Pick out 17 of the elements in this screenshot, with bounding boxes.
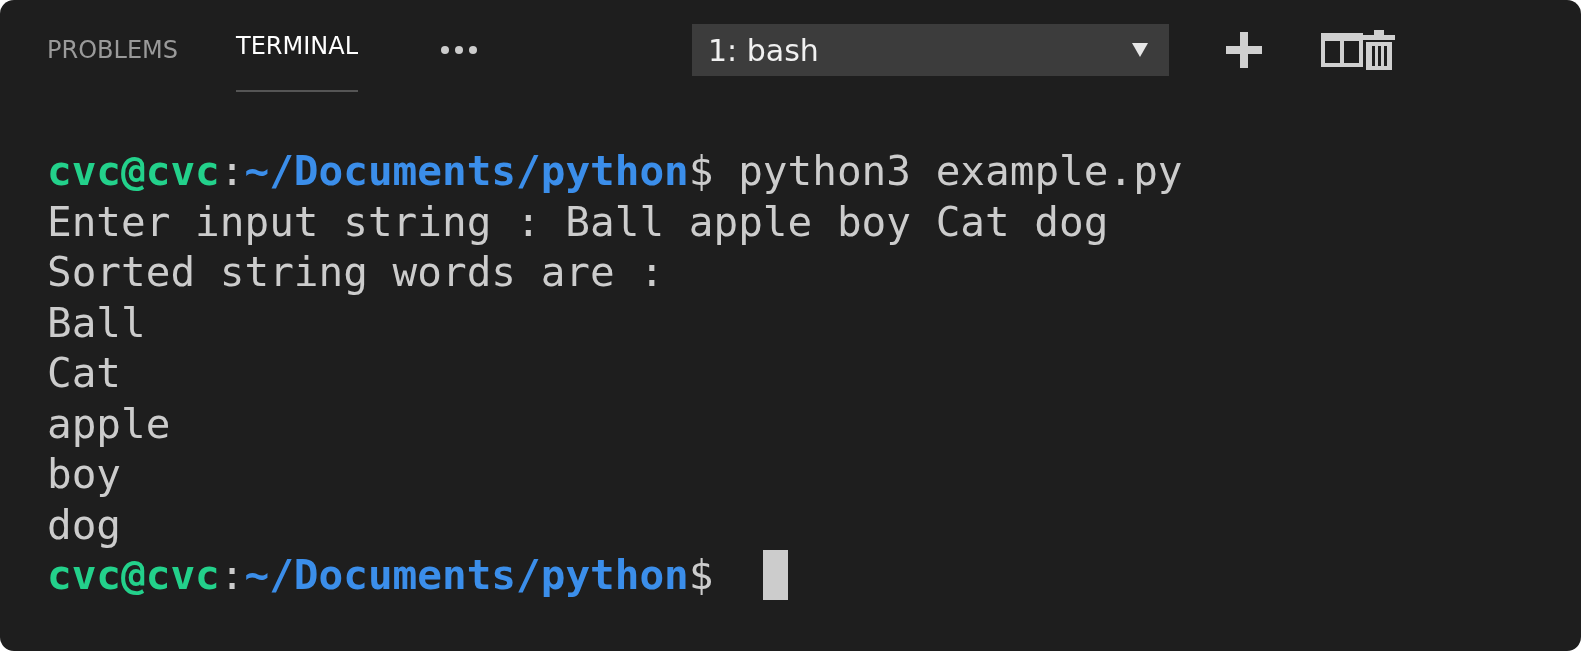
panel-tab[interactable]: TERMINAL [236, 0, 358, 92]
terminal-line: cvc@cvc:~/Documents/python$ [47, 550, 715, 601]
terminal-line: Sorted string words are : [47, 247, 665, 298]
terminal-line: apple [47, 398, 171, 449]
terminal-dropdown[interactable]: 1: bash [692, 24, 1169, 76]
trash-icon[interactable] [1363, 30, 1395, 70]
plus-icon[interactable] [1225, 31, 1263, 69]
caret-icon [1131, 42, 1149, 58]
terminal-line: Cat [47, 348, 122, 399]
terminal-line: Enter input string : Ball apple boy Cat dog [47, 196, 1109, 247]
terminal-line: cvc@cvc:~/Documents/python$ python3 example.py [47, 146, 1183, 197]
terminal-line: dog [47, 499, 122, 550]
terminal-line: Ball [47, 297, 146, 348]
panel-tab[interactable]: PROBLEMS [47, 0, 178, 100]
split-icon[interactable] [1321, 33, 1363, 67]
terminal-line: boy [47, 449, 122, 500]
more-icon[interactable] [440, 45, 478, 55]
